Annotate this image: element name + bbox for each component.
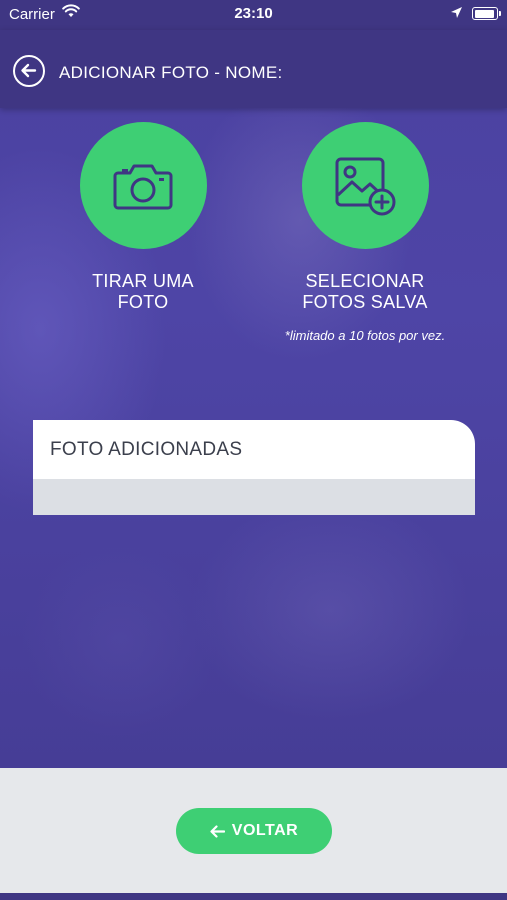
select-photos-button[interactable] bbox=[301, 122, 429, 249]
battery-icon bbox=[472, 7, 501, 20]
back-button[interactable] bbox=[13, 55, 45, 87]
location-arrow-icon bbox=[450, 6, 463, 23]
photo-limit-note: *limitado a 10 fotos por vez. bbox=[284, 328, 446, 343]
image-add-icon bbox=[335, 157, 396, 215]
voltar-button[interactable]: VOLTAR bbox=[176, 808, 332, 854]
back-arrow-icon bbox=[21, 63, 37, 78]
select-photos-label-line1: SELECIONAR bbox=[305, 271, 425, 291]
take-photo-button[interactable] bbox=[79, 122, 207, 249]
added-photos-list bbox=[33, 479, 475, 515]
background-image bbox=[0, 0, 507, 768]
bottom-strip bbox=[0, 893, 507, 900]
top-bar: ADICIONAR FOTO - NOME: bbox=[0, 30, 507, 108]
status-bar: Carrier 23:10 bbox=[0, 0, 507, 30]
added-photos-title: FOTO ADICIONADAS bbox=[50, 439, 243, 460]
take-photo-option[interactable]: TIRAR UMA FOTO bbox=[58, 122, 228, 313]
camera-icon bbox=[113, 164, 173, 209]
arrow-left-icon bbox=[210, 824, 225, 838]
added-photos-panel: FOTO ADICIONADAS bbox=[33, 420, 475, 515]
take-photo-label-line1: TIRAR UMA bbox=[92, 271, 194, 291]
page-title: ADICIONAR FOTO - NOME: bbox=[59, 63, 283, 82]
voltar-label: VOLTAR bbox=[231, 822, 299, 839]
select-photos-label-line2: FOTOS SALVA bbox=[302, 292, 428, 312]
select-photos-option[interactable]: SELECIONAR FOTOS SALVA bbox=[280, 122, 450, 313]
take-photo-label-line2: FOTO bbox=[117, 292, 169, 312]
clock: 23:10 bbox=[234, 5, 273, 22]
